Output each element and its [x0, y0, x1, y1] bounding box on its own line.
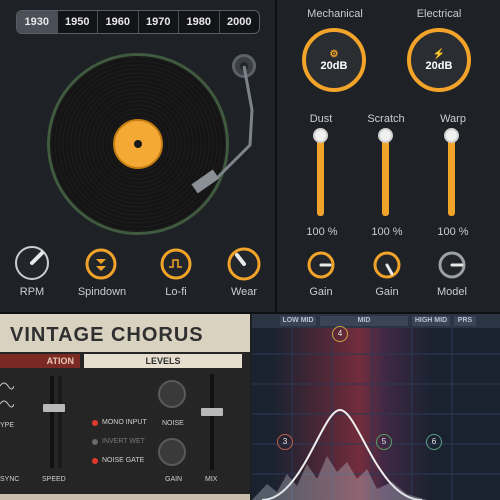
mono-input-label: MONO INPUT: [102, 419, 147, 426]
chorus-bottom-strip: [0, 494, 250, 500]
electrical-value: 20dB: [425, 59, 453, 72]
chorus-title: VINTAGE CHORUS: [10, 324, 204, 346]
sync-label: SYNC: [0, 476, 20, 483]
mechanical-knob[interactable]: ⚙ 20dB: [302, 28, 366, 92]
rpm-knob[interactable]: [14, 245, 50, 281]
spindown-knob[interactable]: [84, 247, 118, 281]
lightning-icon: ⚡: [432, 48, 446, 60]
speed-fader[interactable]: [43, 404, 65, 412]
scratch-slider-handle[interactable]: [378, 128, 393, 143]
scratch-label: Scratch: [367, 113, 405, 125]
speed-fader-track-2: [58, 376, 62, 468]
scratch-slider[interactable]: [382, 134, 389, 216]
eq-node-5[interactable]: 5: [376, 434, 392, 450]
modulation-section-header: ATION: [0, 354, 80, 368]
mix-label: MIX: [205, 476, 218, 483]
warp-value: 100 %: [437, 226, 469, 238]
mechanical-value: 20dB: [320, 59, 348, 72]
electrical-label: Electrical: [416, 8, 462, 20]
lofi-knob[interactable]: [159, 247, 193, 281]
mix-fader-track: [210, 374, 214, 470]
wear-knob[interactable]: [226, 246, 262, 282]
invert-wet-label: INVERT WET: [102, 438, 145, 445]
mechanical-icon: ⚙: [329, 48, 339, 60]
eq-band-header: LOW MID MID HIGH MID PRS: [252, 314, 500, 328]
noise-gate-label: NOISE GATE: [102, 457, 145, 464]
warp-slider[interactable]: [448, 134, 455, 216]
spindown-label: Spindown: [77, 286, 127, 298]
waveform-icon: [0, 382, 14, 408]
eq-grid: [252, 328, 500, 500]
eq-node-6[interactable]: 6: [426, 434, 442, 450]
warp-slider-handle[interactable]: [444, 128, 459, 143]
model-label: Model: [437, 286, 467, 298]
noise-knob[interactable]: [158, 380, 186, 408]
noise-gate-led[interactable]: [92, 458, 98, 464]
tonearm-headshell[interactable]: [191, 169, 220, 194]
mix-fader[interactable]: [201, 408, 223, 416]
chorus-body: ATION LEVELS YPE SYNC SPEED MONO INPUT I…: [0, 352, 250, 500]
lofi-label: Lo-fi: [165, 286, 187, 298]
rpm-label: RPM: [19, 286, 45, 298]
gain-knob[interactable]: [158, 438, 186, 466]
speed-label: SPEED: [42, 476, 66, 483]
dust-slider[interactable]: [317, 134, 324, 216]
band-prs[interactable]: PRS: [454, 316, 476, 326]
noise-label: NOISE: [162, 420, 184, 427]
eq-display: LOW MID MID HIGH MID PRS 3 4 5 6: [252, 314, 500, 500]
mono-input-led[interactable]: [92, 420, 98, 426]
band-high-mid[interactable]: HIGH MID: [412, 316, 450, 326]
mechanical-gain-knob[interactable]: [306, 250, 336, 280]
invert-wet-led[interactable]: [92, 439, 98, 445]
warp-label: Warp: [440, 113, 466, 125]
model-knob[interactable]: [437, 250, 467, 280]
vintage-chorus-panel: VINTAGE CHORUS ATION LEVELS YPE SYNC SPE…: [0, 314, 250, 500]
band-mid[interactable]: MID: [320, 316, 408, 326]
band-low-mid[interactable]: LOW MID: [280, 316, 316, 326]
scratch-value: 100 %: [371, 226, 403, 238]
dust-slider-handle[interactable]: [313, 128, 328, 143]
mechanical-label: Mechanical: [307, 8, 363, 20]
levels-section-header: LEVELS: [84, 354, 242, 368]
eq-node-3[interactable]: 3: [277, 434, 293, 450]
dust-value: 100 %: [306, 226, 338, 238]
mechanical-gain-label: Gain: [309, 286, 333, 298]
eq-node-4[interactable]: 4: [332, 326, 348, 342]
electrical-gain-label: Gain: [375, 286, 399, 298]
electrical-gain-knob[interactable]: [372, 250, 402, 280]
dust-label: Dust: [309, 113, 333, 125]
speed-fader-track: [50, 376, 54, 468]
gain-label: GAIN: [165, 476, 183, 483]
electrical-knob[interactable]: ⚡ 20dB: [407, 28, 471, 92]
type-label: YPE: [0, 422, 15, 429]
wear-label: Wear: [230, 286, 258, 298]
